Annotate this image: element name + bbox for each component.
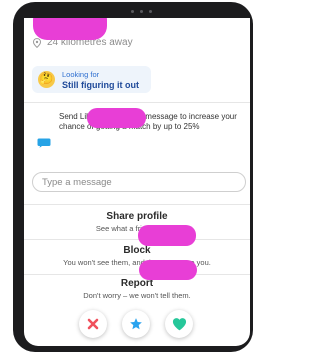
nope-button[interactable] (79, 310, 107, 338)
share-profile-button[interactable]: Share profile See what a friend thinks. (24, 211, 250, 233)
report-button[interactable]: Report Don't worry – we won't tell them. (24, 278, 250, 300)
heart-icon (172, 318, 186, 331)
divider (24, 239, 250, 240)
divider (24, 274, 250, 275)
profile-sheet: 24 kilometres away 🤔 Looking for Still f… (24, 18, 250, 304)
close-icon (87, 318, 99, 330)
share-profile-title: Share profile (106, 211, 168, 222)
report-title: Report (120, 278, 154, 289)
redaction-report (139, 260, 197, 280)
redaction-name (33, 18, 107, 40)
message-bubble-icon (37, 138, 51, 148)
like-button[interactable] (165, 310, 193, 338)
looking-for-card: 🤔 Looking for Still figuring it out (32, 66, 151, 93)
block-subtitle: You won't see them, and they won't see y… (63, 258, 211, 267)
divider (24, 204, 250, 205)
block-title: Block (123, 245, 151, 256)
camera-dots (131, 10, 152, 13)
location-pin-icon (32, 37, 42, 48)
star-icon (130, 318, 142, 330)
message-input[interactable] (32, 172, 246, 192)
looking-for-value: Still figuring it out (62, 80, 139, 90)
looking-for-label: Looking for (62, 70, 100, 79)
share-profile-subtitle: See what a friend thinks. (95, 224, 179, 233)
report-subtitle: Don't worry – we won't tell them. (83, 291, 191, 300)
redaction-promo (87, 108, 146, 128)
super-like-button[interactable] (122, 310, 150, 338)
block-button[interactable]: Block You won't see them, and they won't… (24, 245, 250, 267)
divider (24, 102, 250, 103)
thinking-face-icon: 🤔 (38, 71, 55, 88)
super-like-promo-text: Send Like, and attach a message to incre… (59, 112, 237, 131)
redaction-block (138, 225, 196, 246)
